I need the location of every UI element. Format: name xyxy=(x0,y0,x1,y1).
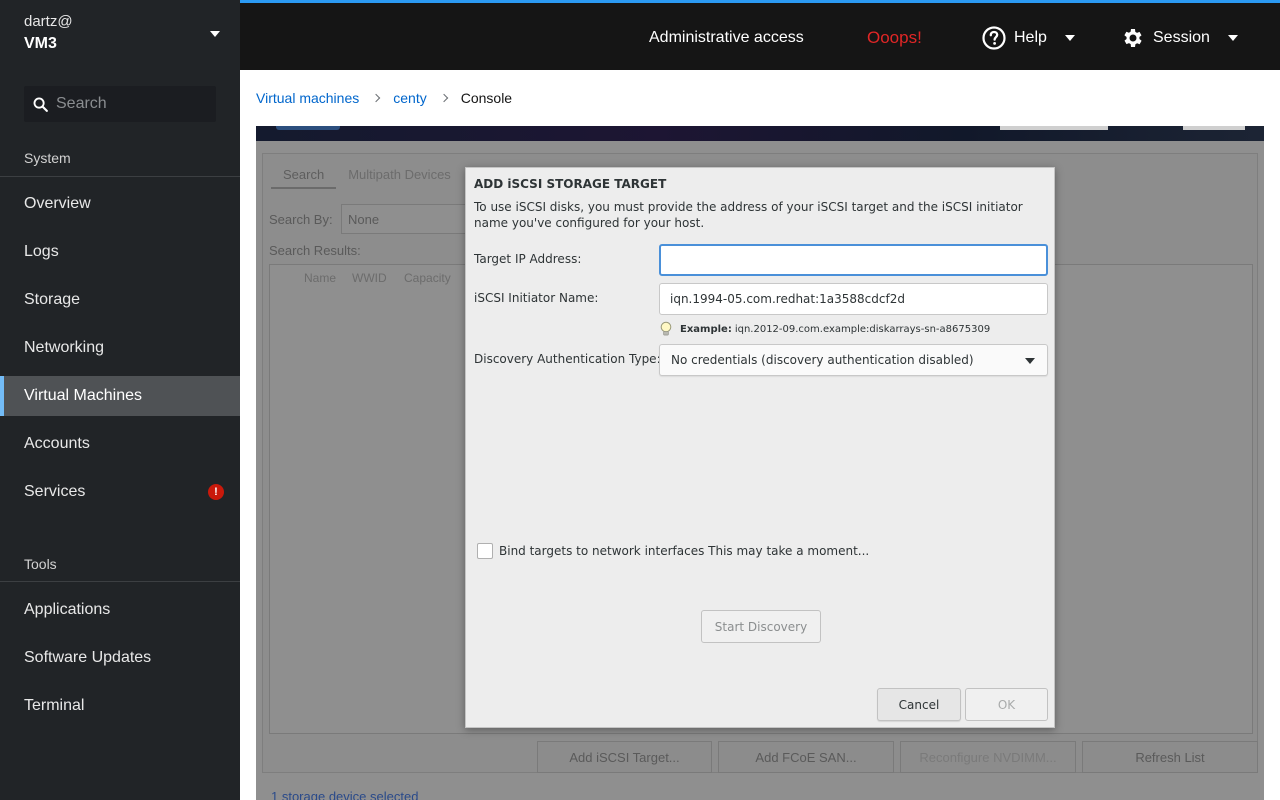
bind-targets-option[interactable]: Bind targets to network interfaces This … xyxy=(477,543,869,559)
search-by-label: Search By: xyxy=(269,212,333,227)
vm-strip-button xyxy=(1000,126,1108,130)
column-header: WWID xyxy=(352,271,387,285)
bind-targets-label: Bind targets to network interfaces This … xyxy=(499,544,870,558)
search-by-select: None xyxy=(341,204,471,234)
ok-button[interactable]: OK xyxy=(965,688,1048,721)
column-header: Name xyxy=(304,271,337,285)
initiator-name-label: iSCSI Initiator Name: xyxy=(474,291,599,305)
column-header: Capacity xyxy=(404,271,451,285)
sidebar-item-applications[interactable]: Applications xyxy=(0,590,240,630)
admin-access-button[interactable]: Administrative access xyxy=(649,24,804,52)
nav-divider xyxy=(0,581,240,582)
sidebar-item-label: Accounts xyxy=(24,435,90,452)
vm-strip-button xyxy=(1183,126,1245,130)
exclamation-circle-icon: ! xyxy=(208,484,224,500)
sidebar-item-label: Terminal xyxy=(24,697,85,714)
sidebar-item-logs[interactable]: Logs xyxy=(0,232,240,272)
storage-selection-status: 1 storage device selected xyxy=(271,789,419,800)
reconfigure-nvdimm-button: Reconfigure NVDIMM... xyxy=(900,741,1076,773)
sidebar-item-label: Logs xyxy=(24,243,59,260)
sidebar-item-networking[interactable]: Networking xyxy=(0,328,240,368)
initiator-name-input[interactable] xyxy=(659,283,1048,315)
add-iscsi-target-button: Add iSCSI Target... xyxy=(537,741,712,773)
breadcrumb-current: Console xyxy=(460,90,513,106)
target-ip-label: Target IP Address: xyxy=(474,252,582,266)
session-label: Session xyxy=(1153,29,1210,46)
discovery-auth-select[interactable]: No credentials (discovery authentication… xyxy=(659,344,1048,376)
sidebar-item-terminal[interactable]: Terminal xyxy=(0,686,240,726)
nav-section-system: System xyxy=(24,150,71,166)
sidebar-item-services[interactable]: Services ! xyxy=(0,472,240,512)
tab-search: Search xyxy=(271,159,337,189)
vm-desktop-strip xyxy=(256,126,1264,141)
search-icon xyxy=(33,97,48,112)
sidebar-search[interactable] xyxy=(24,86,216,122)
ooops-button[interactable]: Ooops! xyxy=(867,24,922,52)
help-menu-button[interactable]: Help xyxy=(982,24,1075,52)
nav-divider xyxy=(0,176,240,177)
sidebar-item-label: Overview xyxy=(24,195,91,212)
example-value: iqn.2012-09.com.example:diskarrays-sn-a8… xyxy=(734,323,991,335)
sidebar-item-storage[interactable]: Storage xyxy=(0,280,240,320)
chevron-right-icon xyxy=(372,93,381,103)
lightbulb-icon xyxy=(660,321,672,336)
add-iscsi-dialog: ADD iSCSI STORAGE TARGET To use iSCSI di… xyxy=(465,167,1055,728)
cancel-button[interactable]: Cancel xyxy=(877,688,961,721)
host-user: dartz@ xyxy=(24,13,73,30)
tab-multipath: Multipath Devices xyxy=(348,167,451,182)
bind-targets-checkbox[interactable] xyxy=(477,543,493,559)
sidebar-item-software-updates[interactable]: Software Updates xyxy=(0,638,240,678)
add-fcoe-san-button: Add FCoE SAN... xyxy=(718,741,894,773)
sidebar-item-label: Networking xyxy=(24,339,105,356)
breadcrumb: Virtual machines centy Console xyxy=(240,70,1280,126)
sidebar-item-label: Software Updates xyxy=(24,649,152,666)
target-ip-input[interactable] xyxy=(659,244,1048,276)
gear-icon xyxy=(1124,29,1142,47)
sidebar-item-label: Services xyxy=(24,483,86,500)
search-results-label: Search Results: xyxy=(269,243,361,258)
sidebar-item-label: Applications xyxy=(24,601,111,618)
caret-down-icon xyxy=(1227,35,1238,41)
sidebar-item-overview[interactable]: Overview xyxy=(0,184,240,224)
sidebar: dartz@ VM3 System Overview Logs Storage … xyxy=(0,0,240,800)
host-switcher[interactable]: dartz@ VM3 xyxy=(0,0,240,70)
host-name: VM3 xyxy=(24,35,57,52)
discovery-auth-label: Discovery Authentication Type: xyxy=(474,352,661,366)
chevron-right-icon xyxy=(439,93,448,103)
sidebar-item-accounts[interactable]: Accounts xyxy=(0,424,240,464)
search-input[interactable] xyxy=(56,95,206,113)
sidebar-item-label: Virtual Machines xyxy=(24,387,142,404)
masthead: Administrative access Ooops! Help Sessio… xyxy=(240,0,1280,70)
help-label: Help xyxy=(1014,29,1047,46)
sidebar-item-label: Storage xyxy=(24,291,81,308)
example-label: Example: xyxy=(680,323,732,335)
caret-down-icon xyxy=(210,31,220,37)
sidebar-item-virtual-machines[interactable]: Virtual Machines xyxy=(0,376,240,416)
session-menu-button[interactable]: Session xyxy=(1121,24,1238,52)
question-circle-icon xyxy=(982,26,1006,50)
vm-strip-button xyxy=(276,126,340,130)
breadcrumb-vm-name[interactable]: centy xyxy=(393,90,426,106)
caret-down-icon xyxy=(1064,35,1075,41)
discovery-auth-value: No credentials (discovery authentication… xyxy=(671,353,974,367)
initiator-example: Example: iqn.2012-09.com.example:diskarr… xyxy=(659,321,990,337)
refresh-list-button: Refresh List xyxy=(1082,741,1258,773)
dialog-description: To use iSCSI disks, you must provide the… xyxy=(474,200,1023,230)
start-discovery-button[interactable]: Start Discovery xyxy=(701,610,821,643)
nav-section-tools: Tools xyxy=(24,556,57,572)
caret-down-icon xyxy=(1025,358,1035,364)
installer-tabs: Search Multipath Devices xyxy=(271,159,463,189)
breadcrumb-virtual-machines[interactable]: Virtual machines xyxy=(256,90,359,106)
dialog-title: ADD iSCSI STORAGE TARGET xyxy=(474,177,667,191)
